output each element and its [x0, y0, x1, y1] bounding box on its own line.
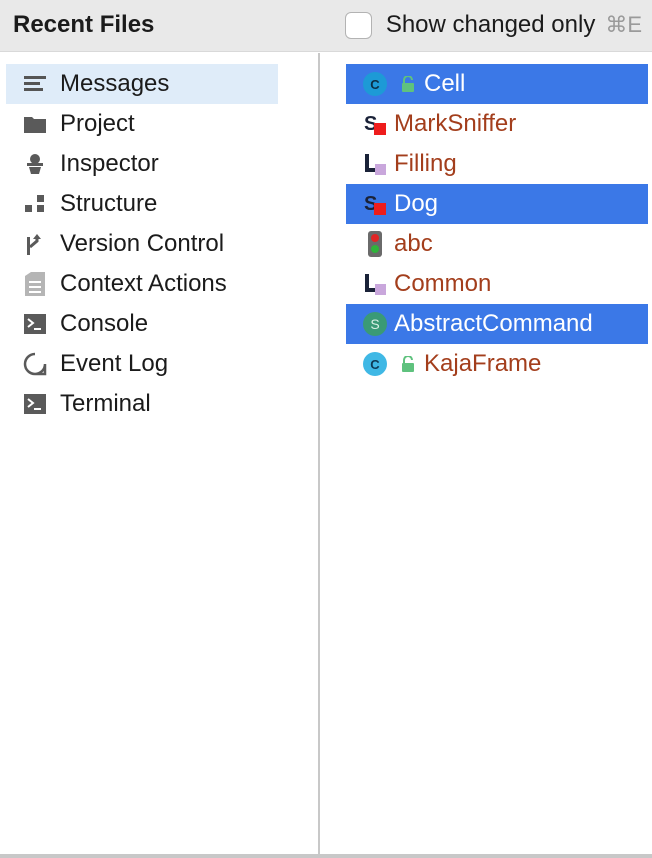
file-label: abc	[394, 230, 433, 257]
tool-window-project[interactable]: Project	[6, 104, 278, 144]
console-icon	[23, 312, 47, 336]
shortcut-hint: ⌘E	[605, 12, 642, 37]
file-item-dog[interactable]: S Dog	[346, 184, 648, 224]
class-icon: C	[362, 71, 388, 97]
show-changed-label[interactable]: Show changed only	[386, 11, 595, 39]
language-icon	[362, 151, 388, 177]
sniffer-icon: S	[362, 111, 388, 137]
tool-window-label: Messages	[60, 70, 170, 97]
tool-window-label: Terminal	[60, 390, 151, 417]
file-label: Dog	[394, 190, 439, 217]
tool-window-label: Inspector	[60, 150, 159, 177]
event-log-icon	[23, 352, 47, 376]
recent-files-list: C Cell S MarkSniffer Filling S Dog abc C…	[320, 53, 652, 854]
show-changed-checkbox[interactable]	[344, 11, 372, 39]
tool-window-version-control[interactable]: Version Control	[6, 224, 278, 264]
file-label: Filling	[394, 150, 457, 177]
class-icon: C	[362, 351, 388, 377]
tool-window-label: Structure	[60, 190, 158, 217]
messages-icon	[23, 72, 47, 96]
folder-icon	[23, 112, 47, 136]
inspector-icon	[23, 152, 47, 176]
bottom-border	[0, 854, 652, 858]
tool-window-console[interactable]: Console	[6, 304, 278, 344]
file-label: MarkSniffer	[394, 110, 517, 137]
tool-window-event-log[interactable]: Event Log	[6, 344, 278, 384]
tool-window-context-actions[interactable]: Context Actions	[6, 264, 278, 304]
sniffer-icon: S	[362, 191, 388, 217]
file-item-marksniffer[interactable]: S MarkSniffer	[346, 104, 648, 144]
file-label: AbstractCommand	[394, 310, 593, 337]
tool-window-label: Event Log	[60, 350, 169, 377]
version-control-icon	[23, 232, 47, 256]
file-label: KajaFrame	[424, 350, 542, 377]
tool-window-inspector[interactable]: Inspector	[6, 144, 278, 184]
file-item-filling[interactable]: Filling	[346, 144, 648, 184]
file-item-cell[interactable]: C Cell	[346, 64, 648, 104]
tool-window-structure[interactable]: Structure	[6, 184, 278, 224]
terminal-icon	[23, 392, 47, 416]
file-label: Cell	[424, 70, 466, 97]
tool-window-label: Version Control	[60, 230, 225, 257]
header-title: Recent Files	[13, 11, 155, 38]
lock-icon	[398, 73, 418, 95]
lock-icon	[398, 353, 418, 375]
tool-window-terminal[interactable]: Terminal	[6, 384, 278, 424]
header-bar: Recent Files Show changed only ⌘E	[0, 0, 652, 52]
traffic-light-icon	[362, 231, 388, 257]
tool-window-messages[interactable]: Messages	[6, 64, 278, 104]
file-item-kajaframe[interactable]: C KajaFrame	[346, 344, 648, 384]
language-icon	[362, 271, 388, 297]
file-item-abstractcommand[interactable]: S AbstractCommand	[346, 304, 648, 344]
file-label: Common	[394, 270, 492, 297]
structure-icon	[23, 192, 47, 216]
interface-icon: S	[362, 311, 388, 337]
tool-window-label: Console	[60, 310, 149, 337]
show-changed-toggle[interactable]: Show changed only ⌘E	[344, 10, 642, 40]
file-item-abc[interactable]: abc	[346, 224, 648, 264]
file-item-common[interactable]: Common	[346, 264, 648, 304]
tool-window-label: Context Actions	[60, 270, 227, 297]
tool-windows-list: Messages Project Inspector Structure Ver…	[0, 53, 318, 854]
context-actions-icon	[23, 272, 47, 296]
tool-window-label: Project	[60, 110, 135, 137]
